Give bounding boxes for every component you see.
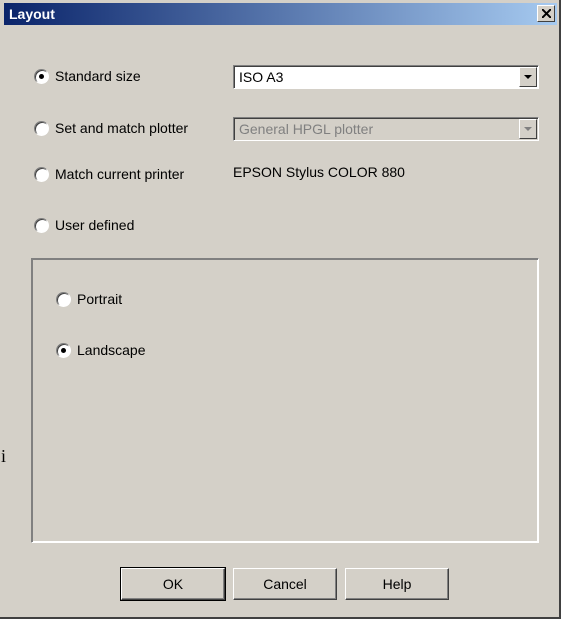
radio-portrait[interactable]: Portrait (56, 289, 122, 309)
window-title: Layout (9, 6, 55, 22)
radio-label-set-and-match-plotter: Set and match plotter (55, 120, 189, 136)
radio-label-portrait: Portrait (77, 291, 123, 307)
radio-selected-dot (39, 73, 44, 79)
radio-label-user-defined: User defined (55, 217, 135, 233)
radio-match-current-printer[interactable]: Match current printer (34, 164, 184, 184)
radio-label-match-current-printer: Match current printer (55, 166, 185, 182)
dropdown-button[interactable] (519, 67, 537, 87)
radio-label-landscape: Landscape (77, 342, 146, 358)
radio-button[interactable] (34, 68, 49, 84)
chevron-down-icon (524, 75, 532, 79)
radio-user-defined[interactable]: User defined (34, 215, 134, 235)
radio-landscape[interactable]: Landscape (56, 340, 146, 360)
plotter-combo: General HPGL plotter (233, 117, 539, 141)
layout-dialog: Layout Standard size ISO A3 Set and matc… (0, 0, 561, 619)
dropdown-button (519, 119, 537, 139)
standard-size-value: ISO A3 (239, 69, 284, 85)
standard-size-combo[interactable]: ISO A3 (233, 65, 539, 89)
close-button[interactable] (537, 5, 555, 22)
radio-button[interactable] (34, 217, 49, 233)
radio-selected-dot (61, 347, 66, 353)
help-button[interactable]: Help (345, 568, 449, 600)
radio-label-standard-size: Standard size (55, 68, 141, 84)
radio-button[interactable] (56, 342, 71, 358)
radio-button[interactable] (56, 291, 71, 307)
close-icon (542, 9, 551, 18)
radio-button[interactable] (34, 166, 49, 182)
cancel-button[interactable]: Cancel (233, 568, 337, 600)
ok-button[interactable]: OK (120, 567, 226, 601)
plotter-value: General HPGL plotter (239, 121, 374, 137)
radio-set-and-match-plotter[interactable]: Set and match plotter (34, 118, 188, 138)
radio-standard-size[interactable]: Standard size (34, 66, 141, 86)
title-bar[interactable]: Layout (4, 3, 557, 25)
clipped-edge-text: i (1, 446, 7, 466)
chevron-down-icon (524, 127, 532, 131)
radio-button[interactable] (34, 120, 49, 136)
current-printer-name: EPSON Stylus COLOR 880 (233, 164, 405, 180)
